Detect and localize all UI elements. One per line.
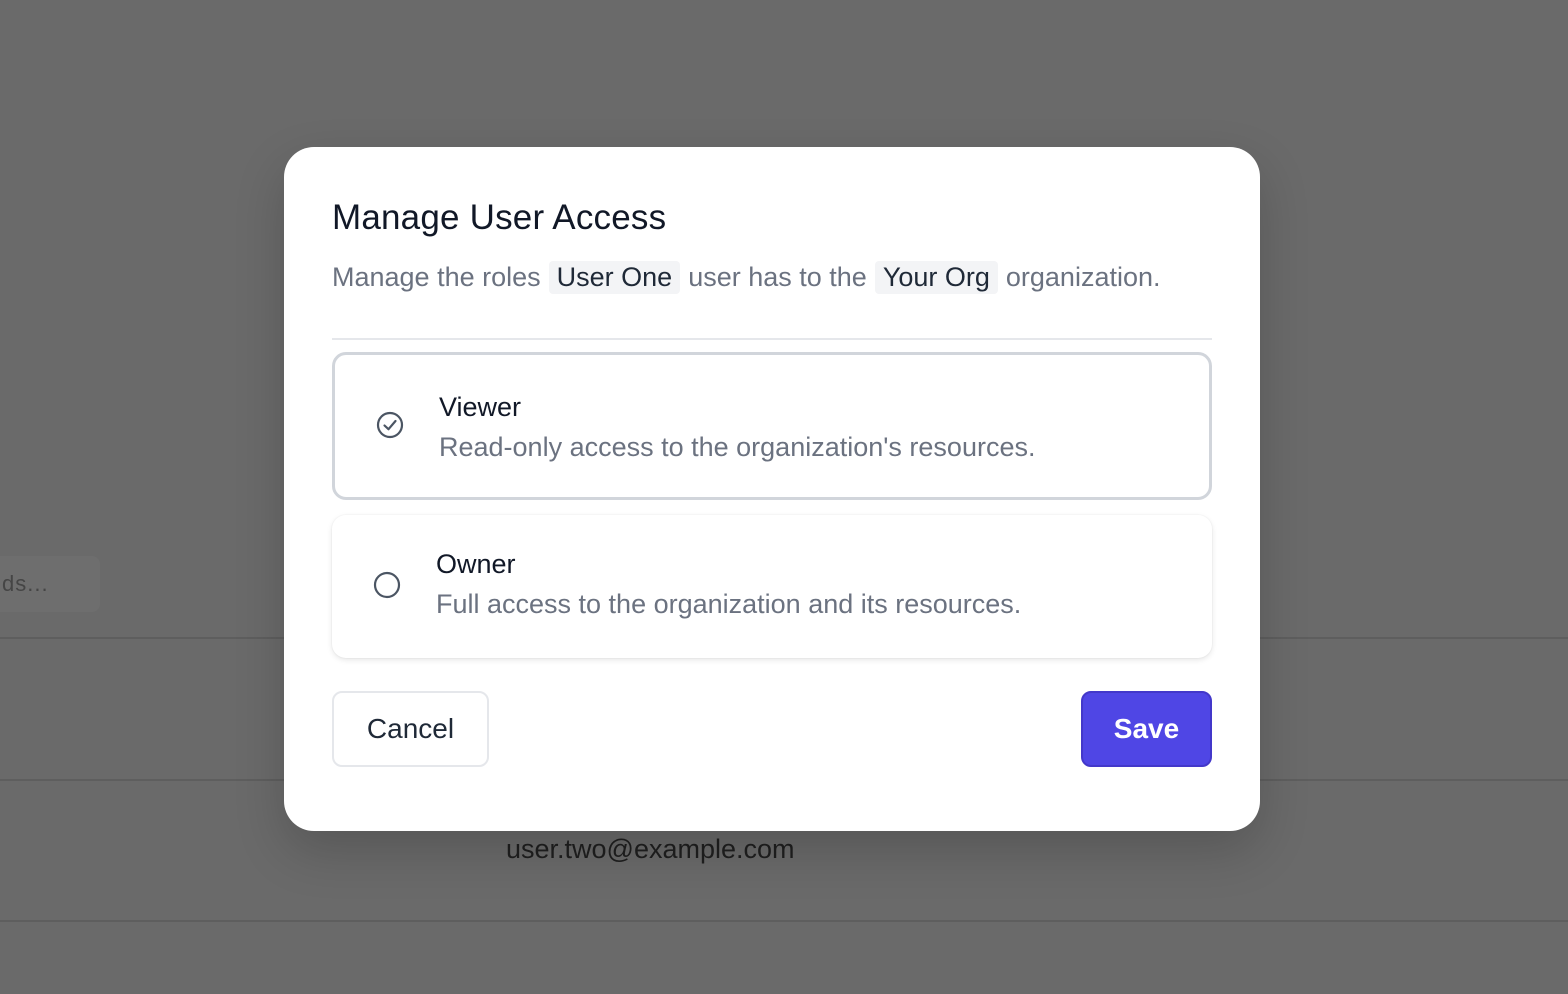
dialog-divider bbox=[332, 338, 1212, 340]
manage-access-dialog: Manage User Access Manage the roles User… bbox=[284, 147, 1260, 831]
user-name-chip: User One bbox=[548, 261, 681, 294]
role-description: Full access to the organization and its … bbox=[436, 589, 1022, 619]
description-text: Manage the roles bbox=[332, 262, 541, 292]
role-name: Viewer bbox=[439, 392, 522, 422]
cancel-button[interactable]: Cancel bbox=[332, 691, 489, 767]
org-name-chip: Your Org bbox=[874, 261, 998, 294]
description-text: user has to the bbox=[688, 262, 867, 292]
role-option-owner[interactable]: Owner Full access to the organization an… bbox=[332, 515, 1212, 658]
background-search-placeholder: ds... bbox=[2, 571, 49, 596]
dialog-title: Manage User Access bbox=[332, 198, 667, 237]
save-button[interactable]: Save bbox=[1081, 691, 1212, 767]
role-option-viewer[interactable]: Viewer Read-only access to the organizat… bbox=[332, 352, 1212, 500]
check-circle-icon bbox=[376, 411, 404, 439]
dialog-description: Manage the roles User One user has to th… bbox=[332, 261, 1161, 294]
background-row-divider bbox=[0, 920, 1568, 922]
empty-circle-icon bbox=[373, 571, 401, 599]
description-text: organization. bbox=[1005, 262, 1161, 292]
role-name: Owner bbox=[436, 549, 516, 579]
background-row-email: user.two@example.com bbox=[506, 834, 795, 864]
background-search-input[interactable]: ds... bbox=[0, 556, 100, 612]
role-description: Read-only access to the organization's r… bbox=[439, 432, 1036, 462]
